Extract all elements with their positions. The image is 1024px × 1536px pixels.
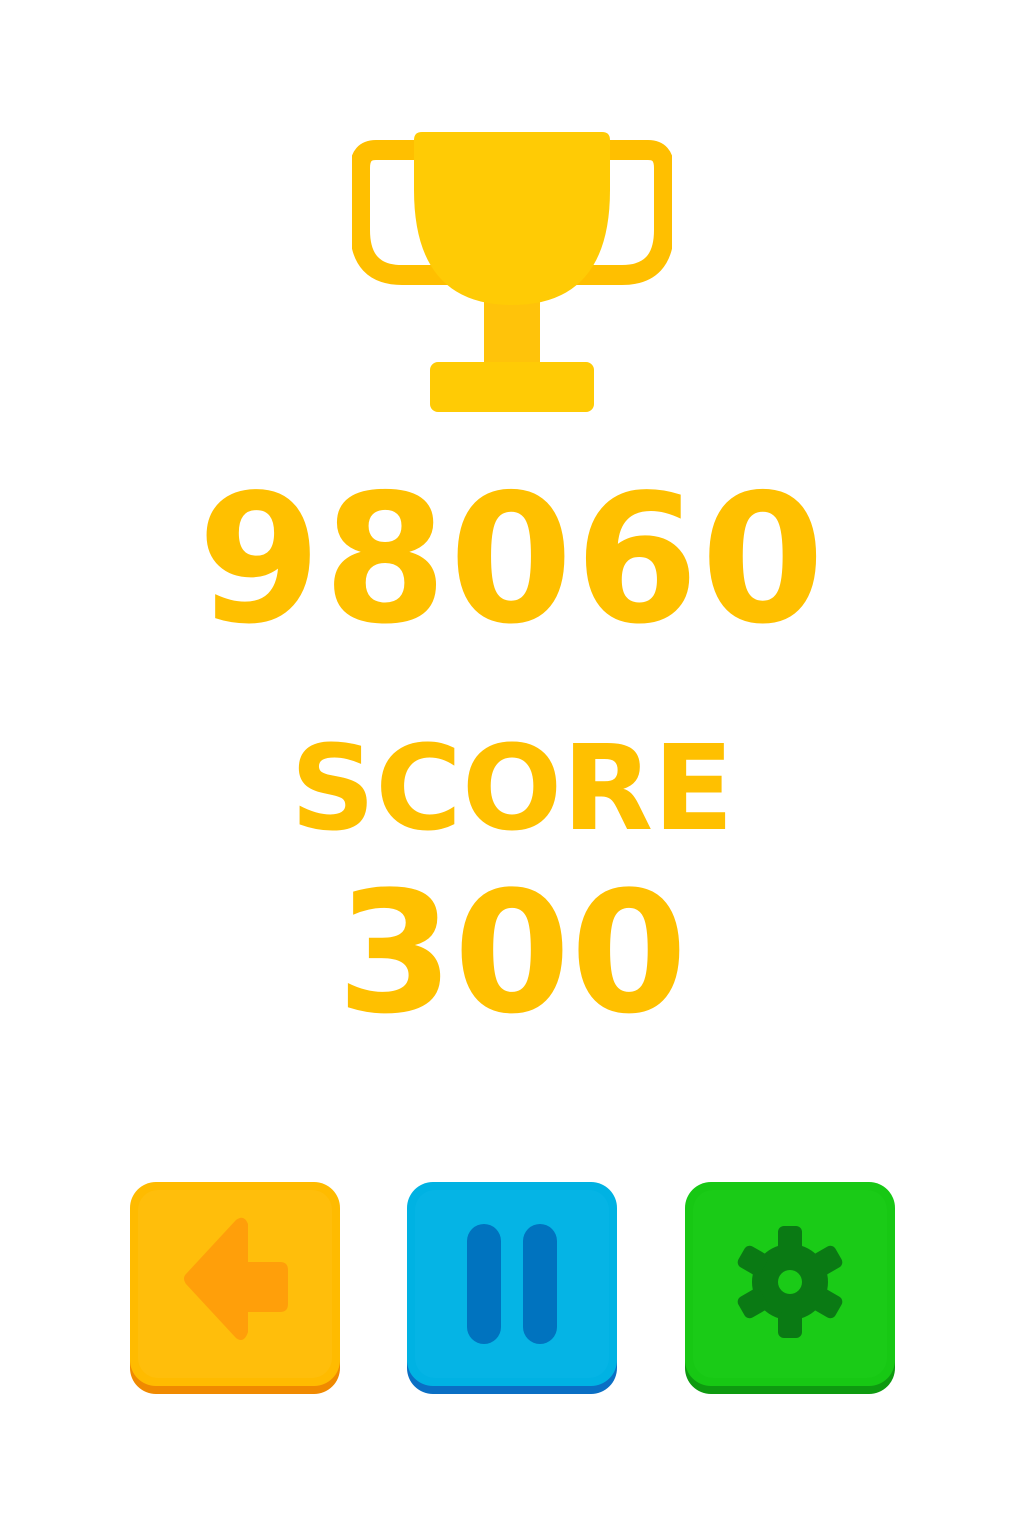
score-value: 300 [336,855,688,1051]
pause-button[interactable] [405,1180,619,1396]
best-score: 98060 [197,456,827,663]
score-label: SCORE [290,719,734,857]
back-button[interactable] [128,1180,342,1396]
settings-button[interactable] [683,1180,897,1396]
trophy-icon [350,120,674,420]
